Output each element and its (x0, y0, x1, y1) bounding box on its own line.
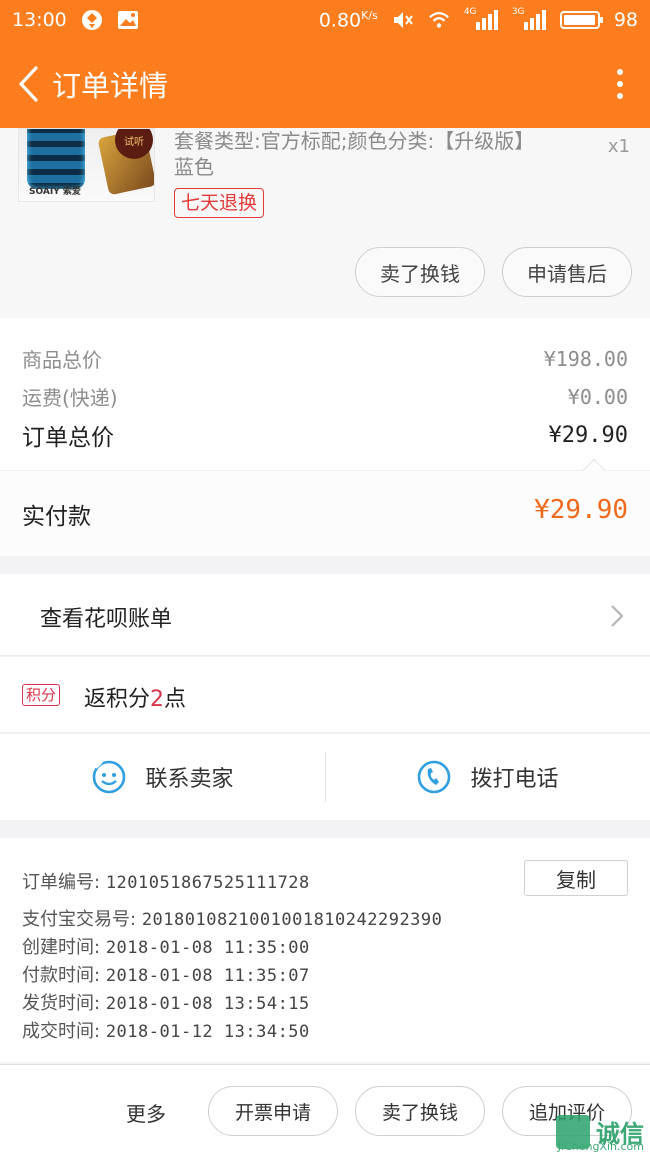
more-menu-button[interactable] (600, 54, 640, 114)
thumb-brand: SOAIY 索爱 (29, 187, 81, 197)
wifi-icon (428, 9, 450, 31)
product-quantity: x1 (607, 136, 630, 157)
invoice-request-button[interactable]: 开票申请 (208, 1086, 338, 1136)
contact-seller-label: 联系卖家 (145, 767, 234, 792)
seven-day-return-tag: 七天退换 (174, 188, 265, 218)
created-time-value: 2018-01-08 11:35:00 (105, 938, 310, 958)
order-number-line: 订单编号: 1201051867525111728 (22, 872, 310, 893)
shipped-time-value: 2018-01-08 13:54:15 (105, 994, 310, 1014)
call-phone-label: 拨打电话 (470, 767, 559, 792)
product-thumbnail[interactable]: 试听 SOAIY 索爱 (18, 128, 155, 202)
shipped-time-line: 发货时间: 2018-01-08 13:54:15 (22, 993, 310, 1014)
points-text: 返积分2点 (84, 687, 187, 712)
net-speed: 0.80K/s (318, 8, 378, 32)
shipping-row: 运费(快递) ¥0.00 (22, 382, 628, 411)
chevron-left-icon (19, 66, 38, 102)
goods-total-label: 商品总价 (22, 348, 102, 372)
order-info-section: 订单编号: 1201051867525111728 复制 支付宝交易号: 201… (0, 838, 650, 1062)
status-time: 13:00 (12, 9, 67, 31)
alipay-trade-value: 2018010821001001810242292390 (141, 910, 443, 930)
deal-time-line: 成交时间: 2018-01-12 13:34:50 (22, 1021, 310, 1042)
mute-icon (392, 9, 414, 31)
price-summary: 商品总价 ¥198.00 运费(快递) ¥0.00 订单总价 ¥29.90 实付… (0, 318, 650, 556)
back-button[interactable] (10, 54, 46, 114)
paid-row: 实付款 ¥29.90 (0, 458, 650, 556)
dot-icon (617, 69, 623, 75)
signal-3g-icon: 3G (512, 7, 546, 31)
app-notification-icon (81, 9, 103, 31)
phone-icon (418, 760, 451, 794)
speaker-image (27, 129, 85, 189)
order-total-value: ¥29.90 (548, 422, 628, 448)
signal-4g-icon: 4G (464, 7, 498, 31)
copy-button[interactable]: 复制 (524, 860, 628, 896)
deal-time-value: 2018-01-12 13:34:50 (105, 1022, 310, 1042)
order-number-value: 1201051867525111728 (105, 873, 310, 893)
dot-icon (617, 93, 623, 99)
dot-icon (617, 81, 623, 87)
shipping-value: ¥0.00 (567, 384, 628, 409)
call-phone-button[interactable]: 拨打电话 (325, 734, 650, 820)
order-total-label: 订单总价 (22, 425, 114, 451)
product-card[interactable]: 试听 SOAIY 索爱 套餐类型:官方标配;颜色分类:【升级版】蓝色 x1 七天… (0, 128, 650, 318)
app-bar: 订单详情 (0, 40, 650, 128)
caret-up-icon (582, 458, 606, 482)
contact-row: 联系卖家 拨打电话 (0, 734, 650, 820)
points-number: 2 (150, 687, 165, 712)
bottom-action-bar: 更多 开票申请 卖了换钱 追加评价 诚信 JiChengXin.com (0, 1064, 650, 1155)
goods-total-row: 商品总价 ¥198.00 (22, 344, 628, 373)
battery-icon (559, 10, 603, 29)
more-actions-link[interactable]: 更多 (126, 1098, 166, 1127)
paid-time-value: 2018-01-08 11:35:07 (105, 966, 310, 986)
created-time-line: 创建时间: 2018-01-08 11:35:00 (22, 937, 310, 958)
contact-seller-button[interactable]: 联系卖家 (0, 734, 325, 820)
goods-total-value: ¥198.00 (543, 346, 628, 371)
paid-label: 实付款 (22, 504, 91, 530)
image-notification-icon (117, 9, 139, 31)
chat-bubble-icon (93, 759, 126, 794)
points-row: 积分 返积分2点 (0, 657, 650, 733)
page-title: 订单详情 (52, 69, 169, 103)
paid-value: ¥29.90 (534, 495, 628, 525)
watermark-logo: 诚信 JiChengXin.com (556, 1114, 644, 1153)
huabei-bill-row[interactable]: 查看花呗账单 (0, 574, 650, 656)
alipay-trade-line: 支付宝交易号: 2018010821001001810242292390 (22, 909, 443, 930)
top-bar: 13:00 0.80K/s 4G 3G 98 订单详情 (0, 0, 650, 128)
order-total-row: 订单总价 ¥29.90 (22, 418, 628, 452)
status-bar: 13:00 0.80K/s 4G 3G 98 (0, 0, 650, 40)
after-sales-button[interactable]: 申请售后 (502, 247, 632, 297)
points-tag: 积分 (22, 684, 61, 706)
battery-level: 98 (613, 8, 638, 31)
paid-time-line: 付款时间: 2018-01-08 11:35:07 (22, 965, 310, 986)
shipping-label: 运费(快递) (22, 386, 118, 410)
sell-for-cash-bottom-button[interactable]: 卖了换钱 (355, 1086, 485, 1136)
huabei-bill-label: 查看花呗账单 (40, 607, 173, 632)
product-sku: 套餐类型:官方标配;颜色分类:【升级版】蓝色 (174, 129, 525, 179)
chevron-right-icon (610, 604, 624, 632)
sell-for-cash-button[interactable]: 卖了换钱 (355, 247, 485, 297)
